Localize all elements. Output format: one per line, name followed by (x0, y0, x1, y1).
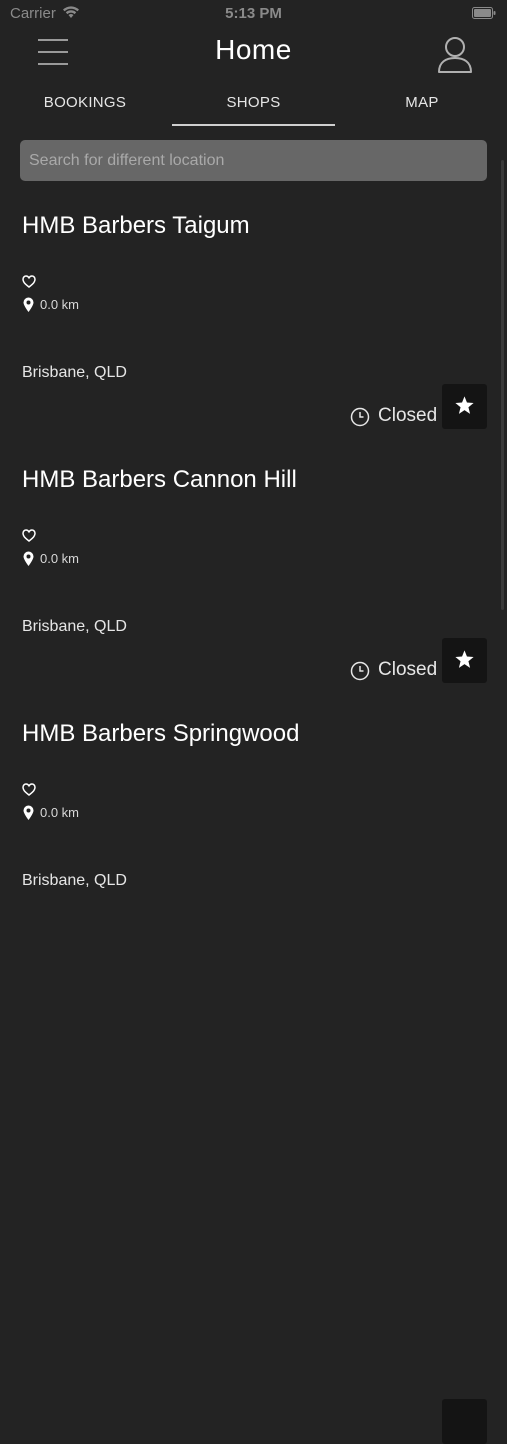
favorite-star-button[interactable] (442, 638, 487, 683)
location-pin-icon (23, 551, 34, 566)
battery-icon (472, 7, 496, 19)
shop-card[interactable]: HMB Barbers Taigum 0.0 km Brisbane, QLD … (0, 200, 507, 454)
shop-open-status: Closed (378, 659, 438, 680)
status-bar: Carrier 5:13 PM (0, 0, 507, 28)
page-title: Home (215, 34, 292, 65)
shop-name: HMB Barbers Cannon Hill (22, 466, 297, 493)
shop-distance: 0.0 km (40, 805, 80, 820)
tab-bar: BOOKINGS SHOPS MAP (0, 88, 507, 128)
favorite-star-button[interactable] (442, 1399, 487, 1444)
user-profile-icon[interactable] (436, 34, 474, 74)
star-icon (455, 396, 474, 414)
clock-icon (350, 661, 370, 681)
tab-map[interactable]: MAP (337, 94, 507, 111)
location-pin-icon (23, 297, 34, 312)
star-icon (455, 650, 474, 668)
shop-distance: 0.0 km (40, 297, 80, 312)
shop-list: HMB Barbers Taigum 0.0 km Brisbane, QLD … (0, 200, 507, 1444)
heart-icon[interactable] (22, 529, 36, 542)
shop-card[interactable]: HMB Barbers Cannon Hill 0.0 km Brisbane,… (0, 454, 507, 708)
shop-card[interactable]: HMB Barbers Springwood 0.0 km Brisbane, … (0, 708, 507, 1444)
favorite-star-button[interactable] (442, 384, 487, 429)
shop-distance: 0.0 km (40, 551, 80, 566)
shop-open-status: Closed (378, 405, 438, 426)
selected-tab-indicator (172, 124, 335, 126)
shop-address: Brisbane, QLD (22, 618, 127, 635)
status-time: 5:13 PM (225, 5, 282, 22)
scroll-indicator (501, 160, 504, 610)
heart-icon[interactable] (22, 275, 36, 288)
clock-icon (350, 407, 370, 427)
shop-address: Brisbane, QLD (22, 364, 127, 381)
location-pin-icon (23, 805, 34, 820)
heart-icon[interactable] (22, 783, 36, 796)
tab-bookings[interactable]: BOOKINGS (0, 94, 170, 111)
nav-header: Home (0, 28, 507, 80)
location-search-input[interactable] (20, 140, 487, 181)
shop-name: HMB Barbers Springwood (22, 720, 300, 747)
shop-name: HMB Barbers Taigum (22, 212, 250, 239)
tab-shops[interactable]: SHOPS (172, 94, 335, 111)
shop-address: Brisbane, QLD (22, 872, 127, 889)
